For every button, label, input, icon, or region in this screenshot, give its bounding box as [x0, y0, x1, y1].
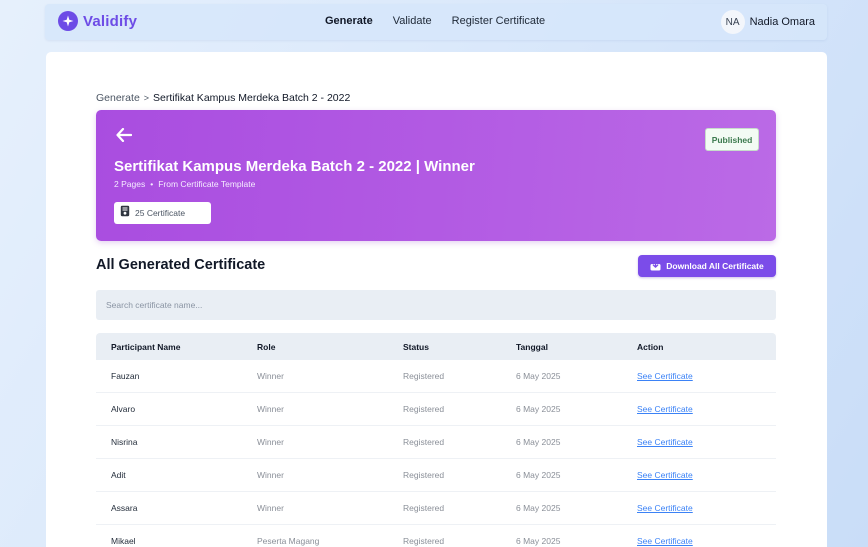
column-action: Action — [637, 341, 664, 352]
column-status: Status — [403, 341, 429, 352]
participant-date: 6 May 2025 — [516, 470, 561, 480]
participant-date: 6 May 2025 — [516, 371, 561, 381]
section-title: All Generated Certificate — [96, 257, 266, 273]
certificate-file-icon — [120, 204, 130, 222]
table-row: Alvaro Winner Registered 6 May 2025 See … — [96, 393, 776, 426]
content-card: Generate > Sertifikat Kampus Merdeka Bat… — [46, 52, 827, 547]
participant-status: Registered — [403, 437, 445, 447]
participant-name: Nisrina — [111, 437, 138, 447]
brand-name: Validify — [83, 12, 138, 30]
participant-date: 6 May 2025 — [516, 437, 561, 447]
participant-role: Peserta Magang — [257, 536, 320, 546]
table-row: Mikael Peserta Magang Registered 6 May 2… — [96, 525, 776, 547]
participant-status: Registered — [403, 371, 445, 381]
participant-role: Winner — [257, 371, 284, 381]
see-certificate-link[interactable]: See Certificate — [637, 437, 693, 447]
participant-role: Winner — [257, 503, 284, 513]
participant-name: Fauzan — [111, 371, 140, 381]
table-header: Participant Name Role Status Tanggal Act… — [96, 333, 776, 360]
certificate-count-chip: 25 Certificate — [114, 202, 211, 224]
user-name: Nadia Omara — [749, 16, 815, 28]
template-source: From Certificate Template — [158, 179, 256, 189]
certificate-count: 25 Certificate — [135, 208, 186, 218]
download-all-label: Download All Certificate — [666, 261, 764, 271]
nav-link-validate[interactable]: Validate — [393, 15, 432, 27]
certificate-table: Participant Name Role Status Tanggal Act… — [96, 333, 776, 547]
certificate-title: Sertifikat Kampus Merdeka Batch 2 - 2022… — [114, 158, 475, 175]
table-row: Assara Winner Registered 6 May 2025 See … — [96, 492, 776, 525]
see-certificate-link[interactable]: See Certificate — [637, 371, 693, 381]
download-all-button[interactable]: Download All Certificate — [638, 255, 776, 277]
meta-separator: • — [150, 179, 154, 189]
participant-role: Winner — [257, 404, 284, 414]
user-menu[interactable]: NA Nadia Omara — [720, 10, 815, 34]
see-certificate-link[interactable]: See Certificate — [637, 470, 693, 480]
participant-name: Adit — [111, 470, 126, 480]
arrow-left-icon[interactable] — [116, 127, 136, 146]
certificate-meta: 2 Pages • From Certificate Template — [114, 179, 255, 189]
participant-status: Registered — [403, 503, 445, 513]
status-badge: Published — [705, 128, 759, 151]
certificate-banner: Sertifikat Kampus Merdeka Batch 2 - 2022… — [96, 110, 776, 241]
page-count: 2 Pages — [114, 179, 146, 189]
breadcrumb-generate-link[interactable]: Generate — [96, 92, 140, 104]
nav-link-generate[interactable]: Generate — [325, 15, 373, 27]
participant-name: Assara — [111, 503, 138, 513]
participant-status: Registered — [403, 404, 445, 414]
search-input[interactable] — [96, 290, 776, 320]
download-icon — [650, 261, 661, 271]
participant-status: Registered — [403, 470, 445, 480]
breadcrumb: Generate > Sertifikat Kampus Merdeka Bat… — [96, 92, 350, 104]
avatar: NA — [720, 10, 745, 34]
participant-date: 6 May 2025 — [516, 404, 561, 414]
see-certificate-link[interactable]: See Certificate — [637, 503, 693, 513]
breadcrumb-current: Sertifikat Kampus Merdeka Batch 2 - 2022 — [153, 92, 351, 104]
table-row: Adit Winner Registered 6 May 2025 See Ce… — [96, 459, 776, 492]
sparkle-icon — [58, 11, 78, 31]
see-certificate-link[interactable]: See Certificate — [637, 536, 693, 546]
table-row: Nisrina Winner Registered 6 May 2025 See… — [96, 426, 776, 459]
breadcrumb-separator: > — [143, 93, 150, 103]
participant-date: 6 May 2025 — [516, 536, 561, 546]
column-tanggal: Tanggal — [516, 341, 548, 352]
participant-status: Registered — [403, 536, 445, 546]
participant-role: Winner — [257, 437, 284, 447]
column-role: Role — [257, 341, 276, 352]
brand-logo[interactable]: Validify — [58, 11, 137, 31]
column-participant-name: Participant Name — [111, 341, 181, 352]
nav-link-register-certificate[interactable]: Register Certificate — [452, 15, 546, 27]
participant-name: Alvaro — [111, 404, 136, 414]
top-navbar: Validify Generate Validate Register Cert… — [45, 4, 827, 40]
see-certificate-link[interactable]: See Certificate — [637, 404, 693, 414]
participant-name: Mikael — [111, 536, 136, 546]
table-row: Fauzan Winner Registered 6 May 2025 See … — [96, 360, 776, 393]
main-nav: Generate Validate Register Certificate — [325, 15, 565, 27]
participant-role: Winner — [257, 470, 284, 480]
participant-date: 6 May 2025 — [516, 503, 561, 513]
